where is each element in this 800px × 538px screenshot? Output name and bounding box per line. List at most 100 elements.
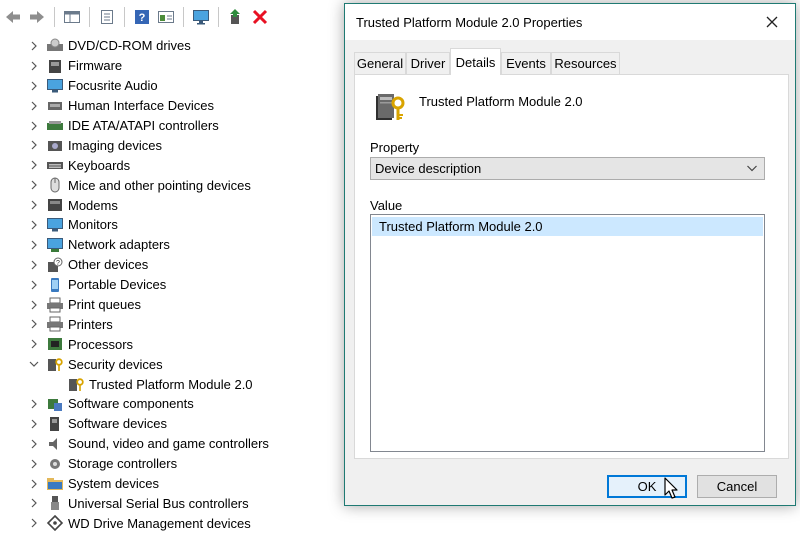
tree-item[interactable]: Keyboards [0,155,340,175]
monitor-icon [47,217,63,232]
tree-item[interactable]: Software devices [0,414,340,434]
chevron-right-icon[interactable] [28,316,40,332]
firmware-icon [49,59,61,73]
monitor-icon [47,78,63,93]
chevron-right-icon[interactable] [28,58,40,74]
tree-item-label: Network adapters [68,237,170,253]
help-button[interactable]: ? [131,6,153,28]
chevron-right-icon[interactable] [28,38,40,54]
forward-button[interactable] [26,6,48,28]
chevron-right-icon[interactable] [28,336,40,352]
chevron-right-icon[interactable] [28,197,40,213]
details-panel: Trusted Platform Module 2.0 Property Dev… [354,74,789,459]
dialog-title: Trusted Platform Module 2.0 Properties [356,15,583,30]
dialog-titlebar[interactable]: Trusted Platform Module 2.0 Properties [345,4,795,40]
tree-item[interactable]: Firmware [0,56,340,76]
console-tree-icon [64,11,80,23]
tree-item[interactable]: WD Drive Management devices [0,513,340,533]
chevron-right-icon[interactable] [28,515,40,531]
ide-controller-icon [47,120,63,130]
software-component-icon [48,398,62,411]
back-button[interactable] [2,6,24,28]
toolbar-separator [54,7,55,27]
tree-item[interactable]: System devices [0,474,340,494]
chevron-right-icon[interactable] [28,78,40,94]
chevron-right-icon[interactable] [28,436,40,452]
tree-item[interactable]: Focusrite Audio [0,76,340,96]
chevron-right-icon[interactable] [28,137,40,153]
chevron-right-icon[interactable] [28,416,40,432]
chevron-right-icon[interactable] [28,237,40,253]
chevron-right-icon[interactable] [28,157,40,173]
close-button[interactable] [749,4,795,40]
chevron-right-icon[interactable] [28,177,40,193]
chevron-right-icon[interactable] [28,277,40,293]
tree-item-label: Other devices [68,257,149,273]
chevron-right-icon[interactable] [28,476,40,492]
hid-icon [48,101,62,110]
mouse-icon [50,177,60,193]
toolbar-separator [124,7,125,27]
tree-item[interactable]: Universal Serial Bus controllers [0,493,340,513]
chevron-right-icon[interactable] [28,217,40,233]
tree-item[interactable]: Network adapters [0,235,340,255]
tree-item[interactable]: DVD/CD-ROM drives [0,36,340,56]
properties-button[interactable] [96,6,118,28]
cancel-button[interactable]: Cancel [697,475,777,498]
tree-item[interactable]: Storage controllers [0,454,340,474]
tree-item[interactable]: Imaging devices [0,135,340,155]
tree-item[interactable]: Mice and other pointing devices [0,175,340,195]
monitor-icon [193,10,209,25]
tree-item[interactable]: Sound, video and game controllers [0,434,340,454]
tab-details[interactable]: Details [450,48,501,75]
tree-item-label: Universal Serial Bus controllers [68,495,249,511]
property-dropdown[interactable]: Device description [370,157,765,180]
value-label: Value [370,198,403,213]
update-driver-button[interactable] [225,6,247,28]
chevron-right-icon[interactable] [28,495,40,511]
software-device-icon [50,416,59,431]
tree-item-label: Storage controllers [68,456,178,472]
tree-item-label: Processors [68,336,134,352]
tree-item[interactable]: Print queues [0,295,340,315]
security-key-icon [376,94,405,120]
tree-item[interactable]: Security devices [0,354,340,374]
value-list-item[interactable]: Trusted Platform Module 2.0 [372,217,763,236]
toolbar-separator [218,7,219,27]
value-list[interactable]: Trusted Platform Module 2.0 [370,214,765,452]
tab-driver[interactable]: Driver [406,52,450,74]
show-hide-console-tree-button[interactable] [61,6,83,28]
chevron-right-icon[interactable] [28,118,40,134]
portable-device-icon [51,277,59,292]
tree-item[interactable]: Printers [0,314,340,334]
chevron-right-icon[interactable] [28,297,40,313]
chevron-right-icon[interactable] [28,456,40,472]
tree-item[interactable]: Portable Devices [0,275,340,295]
tab-general[interactable]: General [354,52,406,74]
chevron-right-icon[interactable] [28,257,40,273]
chevron-right-icon[interactable] [28,98,40,114]
tree-item-label: Monitors [68,217,118,233]
unknown-device-icon: ? [48,257,63,272]
security-key-icon [48,358,63,372]
processor-icon [48,338,62,351]
chevron-right-icon[interactable] [28,396,40,412]
tree-item-label: Mice and other pointing devices [68,177,251,193]
wd-diamond-icon [46,515,64,532]
tree-item[interactable]: Human Interface Devices [0,96,340,116]
uninstall-device-button[interactable] [249,6,271,28]
scan-hardware-button[interactable] [190,6,212,28]
tree-item[interactable]: IDE ATA/ATAPI controllers [0,116,340,136]
tree-item[interactable]: Monitors [0,215,340,235]
tree-item[interactable]: ? Other devices [0,255,340,275]
tree-item[interactable]: Trusted Platform Module 2.0 [0,374,340,394]
tree-item[interactable]: Modems [0,195,340,215]
mouse-cursor-icon [664,477,678,499]
tree-item[interactable]: Software components [0,394,340,414]
tab-resources[interactable]: Resources [551,52,620,74]
svg-text:?: ? [56,260,60,267]
view-button[interactable] [155,6,177,28]
tree-item[interactable]: Processors [0,334,340,354]
tab-events[interactable]: Events [501,52,551,74]
chevron-down-icon[interactable] [28,356,40,372]
